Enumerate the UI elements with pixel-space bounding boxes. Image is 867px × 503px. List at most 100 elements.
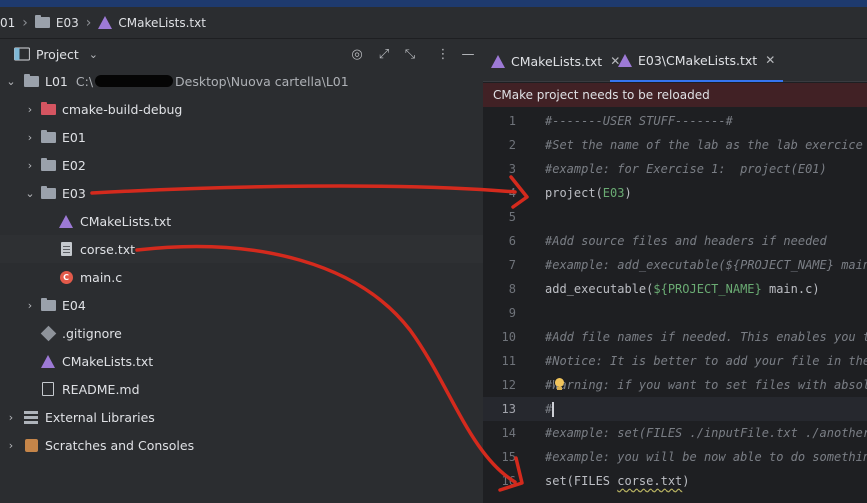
tree-item-e03-cmakelists[interactable]: CMakeLists.txt <box>0 207 483 235</box>
scratch-icon <box>23 438 39 452</box>
c-file-icon: C <box>58 270 74 284</box>
breadcrumb: 01 › E03 › CMakeLists.txt <box>0 7 867 39</box>
code-line: 9 <box>508 306 516 320</box>
tree-item-gitignore[interactable]: .gitignore <box>0 319 483 347</box>
tree-item-root-cmakelists[interactable]: CMakeLists.txt <box>0 347 483 375</box>
folder-icon <box>40 157 56 172</box>
editor-panel: CMakeLists.txt ✕ E03\CMakeLists.txt ✕ CM… <box>483 40 867 503</box>
tree-item-readme[interactable]: README.md <box>0 375 483 403</box>
code-line: 16 set(FILES corse.txt) <box>501 474 690 488</box>
markdown-icon <box>40 382 56 396</box>
tree-item-cmake-build-debug[interactable]: › cmake-build-debug <box>0 95 483 123</box>
breadcrumb-folder[interactable]: E03 <box>56 16 79 30</box>
project-panel: Project ⌄ ◎ ⤢ ⤡ ⋮ — ⌄ L01 C:\ Desktop\Nu… <box>0 40 483 503</box>
code-line: 11 #Notice: It is better to add your file… <box>501 354 867 368</box>
tree-item-label: E02 <box>62 157 86 173</box>
code-line: 14 #example: set(FILES ./inputFile.txt ./… <box>501 426 867 440</box>
tree-item-label: E03 <box>62 185 86 201</box>
locate-icon[interactable]: ◎ <box>348 45 366 63</box>
tab-cmakelists[interactable]: CMakeLists.txt ✕ <box>491 40 620 82</box>
tree-item-label: corse.txt <box>80 241 136 257</box>
code-line: 3 #example: for Exercise 1: project(E01) <box>508 162 827 176</box>
breadcrumb-root[interactable]: 01 <box>0 16 15 30</box>
code-line: 1 #-------USER STUFF-------# <box>508 114 733 128</box>
code-line: 12 #Warning: if you want to set files wit… <box>501 378 867 392</box>
expand-all-icon[interactable]: ⤢ <box>375 45 393 63</box>
folder-icon <box>23 73 39 88</box>
chevron-right-icon[interactable]: › <box>5 411 17 424</box>
folder-icon <box>40 129 56 144</box>
tree-item-label: E01 <box>62 129 86 145</box>
chevron-down-icon[interactable]: ⌄ <box>5 75 17 88</box>
tree-item-e02[interactable]: › E02 <box>0 151 483 179</box>
tree-item-label: README.md <box>62 381 140 397</box>
tree-item-label: .gitignore <box>62 325 122 341</box>
close-icon[interactable]: ✕ <box>765 53 775 67</box>
code-line: 10 #Add file names if needed. This enable… <box>501 330 867 344</box>
tab-e03-cmakelists[interactable]: E03\CMakeLists.txt ✕ <box>610 40 784 82</box>
tree-item-label: Scratches and Consoles <box>45 437 195 453</box>
root-path: C:\ <box>75 73 94 89</box>
cmake-icon <box>58 214 74 228</box>
tab-label: CMakeLists.txt <box>511 53 603 69</box>
folder-excluded-icon <box>40 101 56 116</box>
tree-item-e01[interactable]: › E01 <box>0 123 483 151</box>
window-top-strip <box>0 0 867 7</box>
chevron-right-icon: › <box>85 14 92 31</box>
code-line: 8 add_executable(${PROJECT_NAME} main.c) <box>508 282 820 296</box>
library-icon <box>23 410 39 424</box>
code-line: 6 #Add source files and headers if needed <box>508 234 827 248</box>
code-line: 2 #Set the name of the lab as the lab exe… <box>508 138 863 152</box>
reload-notice-banner: CMake project needs to be reloaded <box>483 83 867 107</box>
tree-item-label: CMakeLists.txt <box>62 353 154 369</box>
code-line: 15 #example: you will be now able to do s… <box>501 450 867 464</box>
text-file-icon <box>58 242 74 256</box>
minimize-icon[interactable]: — <box>459 45 477 63</box>
cmake-icon <box>491 54 505 68</box>
cmake-icon <box>618 53 632 67</box>
folder-icon <box>40 297 56 312</box>
tree-item-main-c[interactable]: C main.c <box>0 263 483 291</box>
code-line: 4 project(E03) <box>508 186 632 200</box>
chevron-right-icon: › <box>22 14 28 31</box>
chevron-right-icon[interactable]: › <box>5 439 17 452</box>
git-file-icon <box>40 325 56 341</box>
tree-item-external-libraries[interactable]: › External Libraries <box>0 403 483 431</box>
chevron-right-icon[interactable]: › <box>24 103 36 116</box>
tree-item-label: CMakeLists.txt <box>80 213 172 229</box>
tree-item-label: L01 <box>45 73 68 89</box>
chevron-right-icon[interactable]: › <box>24 159 36 172</box>
tree-item-label: E04 <box>62 297 86 313</box>
code-line-current: 13 # <box>483 397 867 421</box>
chevron-right-icon[interactable]: › <box>24 299 36 312</box>
tree-item-label: main.c <box>80 269 123 285</box>
breadcrumb-folder-icon <box>34 15 50 28</box>
root-path-tail: Desktop\Nuova cartella\L01 <box>175 73 349 89</box>
reload-notice-text: CMake project needs to be reloaded <box>493 88 710 102</box>
tree-item-e04[interactable]: › E04 <box>0 291 483 319</box>
collapse-all-icon[interactable]: ⤡ <box>401 45 419 63</box>
tree-item-label: cmake-build-debug <box>62 101 183 117</box>
chevron-down-icon[interactable]: ⌄ <box>24 187 36 200</box>
lightbulb-icon[interactable] <box>554 378 565 392</box>
project-view-icon <box>14 47 30 61</box>
project-panel-title[interactable]: Project <box>36 47 79 62</box>
folder-icon <box>40 185 56 200</box>
tree-item-scratches[interactable]: › Scratches and Consoles <box>0 431 483 459</box>
cmake-icon <box>40 354 56 368</box>
tree-item-root[interactable]: ⌄ L01 C:\ Desktop\Nuova cartella\L01 <box>0 67 483 95</box>
editor-tabs: CMakeLists.txt ✕ E03\CMakeLists.txt ✕ <box>483 40 867 82</box>
chevron-right-icon[interactable]: › <box>24 131 36 144</box>
chevron-down-icon[interactable]: ⌄ <box>89 48 98 61</box>
redacted-scribble <box>95 75 174 87</box>
tree-item-e03[interactable]: ⌄ E03 <box>0 179 483 207</box>
text-caret <box>552 401 555 417</box>
tree-item-corse-txt[interactable]: corse.txt <box>0 235 483 263</box>
code-line: 5 <box>508 210 516 224</box>
project-panel-header: Project ⌄ ◎ ⤢ ⤡ ⋮ — <box>0 40 483 68</box>
tab-label: E03\CMakeLists.txt <box>638 52 758 68</box>
cmake-icon <box>98 16 113 29</box>
breadcrumb-file[interactable]: CMakeLists.txt <box>118 16 206 30</box>
code-line: 7 #example: add_executable(${PROJECT_NAME… <box>508 258 867 272</box>
more-icon[interactable]: ⋮ <box>434 45 452 63</box>
